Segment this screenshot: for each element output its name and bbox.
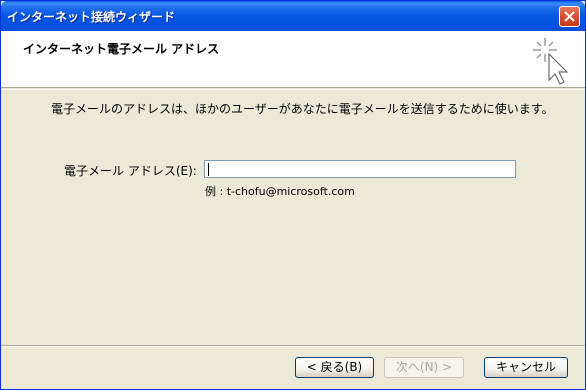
back-button[interactable]: < 戻る(B)	[295, 357, 374, 378]
wizard-window: インターネット接続ウィザード インターネット電子メール アドレス 電子メールのア…	[0, 0, 586, 390]
text-caret	[208, 163, 209, 176]
email-example: 例 : t-chofu@microsoft.com	[205, 185, 355, 198]
wizard-header: インターネット電子メール アドレス	[1, 31, 585, 88]
email-field[interactable]	[204, 160, 516, 178]
next-button[interactable]: 次へ(N) >	[384, 357, 464, 378]
wizard-sparkle-cursor-icon	[533, 38, 569, 85]
description-text: 電子メールのアドレスは、ほかのユーザーがあなたに電子メールを送信するために使いま…	[51, 102, 554, 116]
footer-divider	[1, 345, 585, 347]
close-button[interactable]	[559, 6, 580, 27]
window-title: インターネット接続ウィザード	[7, 10, 176, 24]
title-bar[interactable]: インターネット接続ウィザード	[1, 1, 585, 31]
page-title: インターネット電子メール アドレス	[23, 42, 220, 56]
close-icon	[564, 11, 575, 22]
cancel-button[interactable]: キャンセル	[484, 357, 568, 378]
email-field-label: 電子メール アドレス(E):	[64, 164, 197, 178]
header-divider	[1, 89, 585, 90]
